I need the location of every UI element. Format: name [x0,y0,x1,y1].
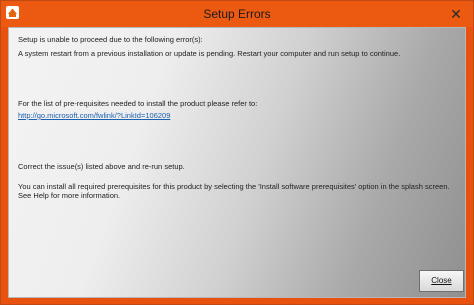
window-title: Setup Errors [203,7,271,21]
error-message-text: A system restart from a previous install… [18,49,401,58]
dialog-content: Setup is unable to proceed due to the fo… [8,27,466,298]
setup-errors-window: Setup Errors ✕ Setup is unable to procee… [0,0,474,305]
error-intro-text: Setup is unable to proceed due to the fo… [18,35,203,44]
title-bar[interactable]: Setup Errors ✕ [1,1,473,27]
prerequisites-intro-text: For the list of pre-requisites needed to… [18,99,258,108]
correct-issues-text: Correct the issue(s) listed above and re… [18,162,185,171]
prerequisites-link[interactable]: http://go.microsoft.com/fwlink/?LinkId=1… [18,111,170,120]
close-icon[interactable]: ✕ [449,7,463,21]
help-text: See Help for more information. [18,191,121,200]
close-button[interactable]: Close [419,270,464,292]
close-button-label: Close [431,276,452,285]
install-prerequisites-text: You can install all required prerequisit… [18,182,450,191]
